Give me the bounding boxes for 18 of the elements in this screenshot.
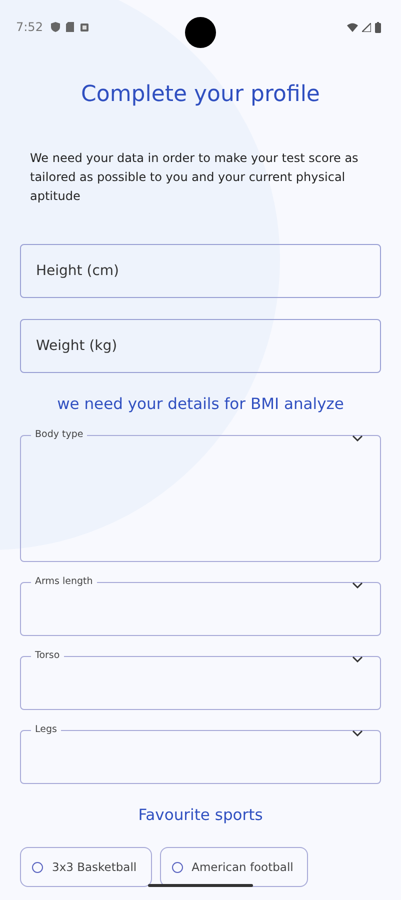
input-field[interactable]: Weight (kg) [20, 319, 381, 373]
input-field[interactable]: Height (cm) [20, 244, 381, 298]
status-time: 7:52 [16, 20, 43, 34]
field-label: Arms length [34, 576, 94, 588]
dropdown-field[interactable]: Legs [20, 724, 381, 784]
description-text: We need your data in order to make your test score as tailored as possible to you and your current physical aptitude [30, 150, 360, 205]
dropdown-field[interactable]: Torso [20, 650, 381, 710]
section-heading: we need your details for BMI analyze [56, 395, 345, 413]
sport-chip[interactable]: 3x3 Basketball [20, 847, 152, 887]
page-title: Complete your profile [80, 82, 321, 107]
section-heading: Favourite sports [137, 806, 264, 824]
field-label: Torso [34, 650, 61, 662]
chip-label: 3x3 Basketball [52, 860, 137, 874]
field-label: Legs [34, 724, 58, 736]
dropdown-field[interactable]: Arms length [20, 576, 381, 636]
dropdown-field[interactable]: Body type [20, 429, 381, 562]
field-label: Body type [34, 429, 84, 441]
chip-label: American football [192, 860, 294, 874]
